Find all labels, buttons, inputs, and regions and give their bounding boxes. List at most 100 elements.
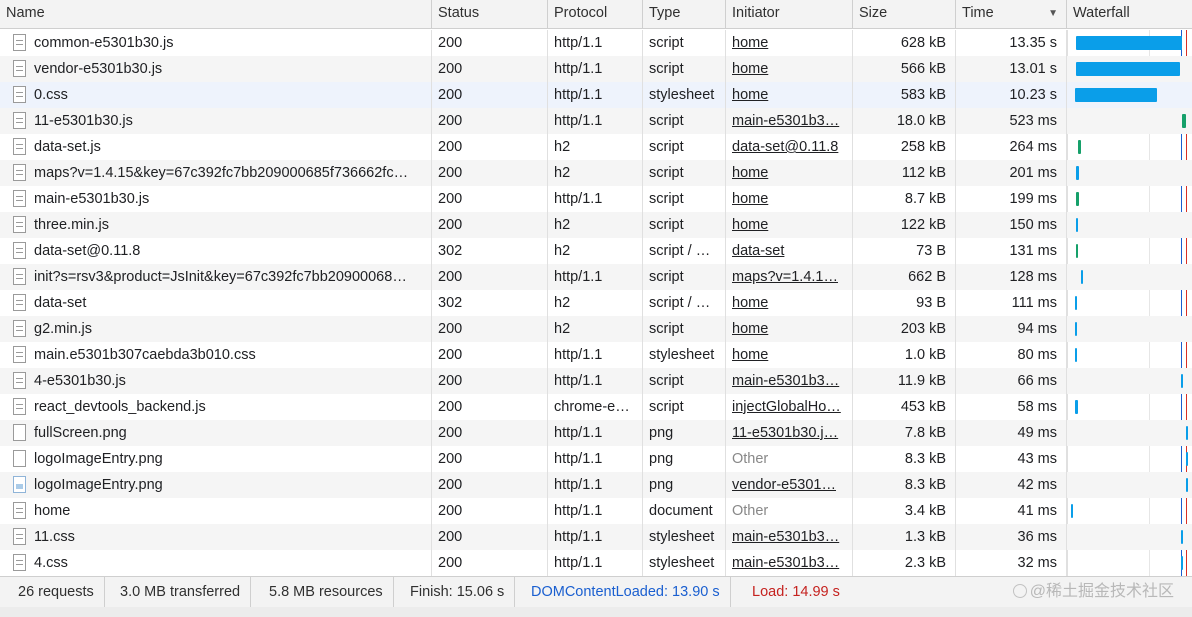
cell-initiator[interactable]: home	[726, 212, 853, 238]
cell-size: 73 B	[853, 238, 956, 264]
network-request-table: Name Status Protocol Type Initiator Size…	[0, 0, 1192, 576]
table-row[interactable]: common-e5301b30.js 200 http/1.1 script home 6…	[0, 30, 1192, 56]
cell-time: 32 ms	[956, 550, 1067, 576]
cell-initiator[interactable]: home	[726, 82, 853, 108]
cell-initiator[interactable]: main-e5301b3…	[726, 368, 853, 394]
cell-time: 111 ms	[956, 290, 1067, 316]
table-row[interactable]: three.min.js 200 h2 script home 122 kB 150 ms	[0, 212, 1192, 238]
waterfall-bar[interactable]	[1076, 62, 1180, 76]
table-row[interactable]: data-set.js 200 h2 script data-set@0.11.8 258…	[0, 134, 1192, 160]
cell-initiator[interactable]: home	[726, 56, 853, 82]
cell-status: 200	[432, 186, 548, 212]
waterfall-bar[interactable]	[1181, 530, 1183, 544]
cell-type: script	[643, 212, 726, 238]
cell-initiator[interactable]: main-e5301b3…	[726, 524, 853, 550]
cell-initiator[interactable]: home	[726, 30, 853, 56]
waterfall-bar[interactable]	[1076, 192, 1079, 206]
waterfall-bar[interactable]	[1186, 478, 1188, 492]
column-header-status[interactable]: Status	[432, 0, 548, 29]
cell-name: main.e5301b307caebda3b010.css	[0, 342, 432, 368]
cell-initiator[interactable]: main-e5301b3…	[726, 108, 853, 134]
table-row[interactable]: data-set 302 h2 script / … home 93 B 111 ms	[0, 290, 1192, 316]
column-header-waterfall[interactable]: Waterfall	[1067, 0, 1192, 29]
column-header-initiator[interactable]: Initiator	[726, 0, 853, 29]
cell-type: script	[643, 394, 726, 420]
cell-status: 302	[432, 290, 548, 316]
cell-initiator[interactable]: 11-e5301b30.j…	[726, 420, 853, 446]
cell-initiator[interactable]: data-set	[726, 238, 853, 264]
waterfall-bar[interactable]	[1075, 322, 1077, 336]
waterfall-bar[interactable]	[1076, 244, 1078, 258]
column-header-time[interactable]: Time ▼	[956, 0, 1067, 29]
waterfall-bar[interactable]	[1181, 374, 1183, 388]
column-header-type[interactable]: Type	[643, 0, 726, 29]
cell-initiator[interactable]: home	[726, 160, 853, 186]
waterfall-bar[interactable]	[1076, 166, 1079, 180]
cell-status: 200	[432, 446, 548, 472]
cell-type: script	[643, 316, 726, 342]
column-header-size[interactable]: Size	[853, 0, 956, 29]
waterfall-bar[interactable]	[1186, 426, 1188, 440]
cell-initiator[interactable]: main-e5301b3…	[726, 550, 853, 576]
waterfall-bar[interactable]	[1075, 296, 1077, 310]
cell-initiator[interactable]: data-set@0.11.8	[726, 134, 853, 160]
waterfall-bar[interactable]	[1075, 400, 1078, 414]
watermark-text: @稀土掘金技术社区	[1029, 583, 1174, 600]
column-header-name[interactable]: Name	[0, 0, 432, 29]
cell-initiator[interactable]: home	[726, 186, 853, 212]
cell-status: 200	[432, 108, 548, 134]
cell-time: 49 ms	[956, 420, 1067, 446]
waterfall-bar[interactable]	[1182, 114, 1186, 128]
cell-initiator[interactable]: home	[726, 342, 853, 368]
waterfall-bar[interactable]	[1186, 452, 1188, 466]
waterfall-bar[interactable]	[1075, 88, 1157, 102]
table-row[interactable]: 0.css 200 http/1.1 stylesheet home 583 kB 10.2…	[0, 82, 1192, 108]
table-row[interactable]: vendor-e5301b30.js 200 http/1.1 script home 5…	[0, 56, 1192, 82]
waterfall-bar[interactable]	[1071, 504, 1073, 518]
waterfall-bar[interactable]	[1078, 140, 1081, 154]
table-row[interactable]: g2.min.js 200 h2 script home 203 kB 94 ms	[0, 316, 1192, 342]
cell-initiator[interactable]: maps?v=1.4.1…	[726, 264, 853, 290]
waterfall-bar[interactable]	[1076, 218, 1078, 232]
table-row[interactable]: 4.css 200 http/1.1 stylesheet main-e5301b3… 2…	[0, 550, 1192, 576]
table-row[interactable]: fullScreen.png 200 http/1.1 png 11-e5301b30.…	[0, 420, 1192, 446]
column-header-protocol[interactable]: Protocol	[548, 0, 643, 29]
table-row[interactable]: home 200 http/1.1 document Other 3.4 kB 41 ms	[0, 498, 1192, 524]
summary-load: Load: 14.99 s	[752, 584, 840, 600]
table-row[interactable]: maps?v=1.4.15&key=67c392fc7bb209000685f7…	[0, 160, 1192, 186]
cell-name: g2.min.js	[0, 316, 432, 342]
table-row[interactable]: main.e5301b307caebda3b010.css 200 http/1.1…	[0, 342, 1192, 368]
cell-name: fullScreen.png	[0, 420, 432, 446]
cell-protocol: http/1.1	[548, 342, 643, 368]
table-row[interactable]: logoImageEntry.png 200 http/1.1 png Other 8.3…	[0, 446, 1192, 472]
cell-type: png	[643, 446, 726, 472]
cell-status: 200	[432, 550, 548, 576]
cell-size: 8.7 kB	[853, 186, 956, 212]
cell-time: 13.35 s	[956, 30, 1067, 56]
table-row[interactable]: logoImageEntry.png 200 http/1.1 png vendor-e…	[0, 472, 1192, 498]
cell-initiator[interactable]: vendor-e5301…	[726, 472, 853, 498]
cell-initiator[interactable]: home	[726, 316, 853, 342]
table-row[interactable]: 11-e5301b30.js 200 http/1.1 script main-e530…	[0, 108, 1192, 134]
cell-name: data-set.js	[0, 134, 432, 160]
cell-name: 4.css	[0, 550, 432, 576]
waterfall-bar[interactable]	[1181, 556, 1183, 570]
cell-name: home	[0, 498, 432, 524]
cell-type: script / …	[643, 238, 726, 264]
table-row[interactable]: react_devtools_backend.js 200 chrome-e… scr…	[0, 394, 1192, 420]
cell-initiator: Other	[726, 498, 853, 524]
cell-initiator[interactable]: home	[726, 290, 853, 316]
table-row[interactable]: init?s=rsv3&product=JsInit&key=67c392fc7…	[0, 264, 1192, 290]
waterfall-bar[interactable]	[1075, 348, 1077, 362]
table-row[interactable]: main-e5301b30.js 200 http/1.1 script home 8.7…	[0, 186, 1192, 212]
cell-name: data-set@0.11.8	[0, 238, 432, 264]
cell-protocol: http/1.1	[548, 498, 643, 524]
table-row[interactable]: data-set@0.11.8 302 h2 script / … data-set 73…	[0, 238, 1192, 264]
waterfall-bar[interactable]	[1081, 270, 1083, 284]
table-row[interactable]: 11.css 200 http/1.1 stylesheet main-e5301b3……	[0, 524, 1192, 550]
cell-status: 200	[432, 264, 548, 290]
cell-type: script	[643, 134, 726, 160]
table-row[interactable]: 4-e5301b30.js 200 http/1.1 script main-e5301…	[0, 368, 1192, 394]
cell-initiator[interactable]: injectGlobalHo…	[726, 394, 853, 420]
waterfall-bar[interactable]	[1076, 36, 1182, 50]
